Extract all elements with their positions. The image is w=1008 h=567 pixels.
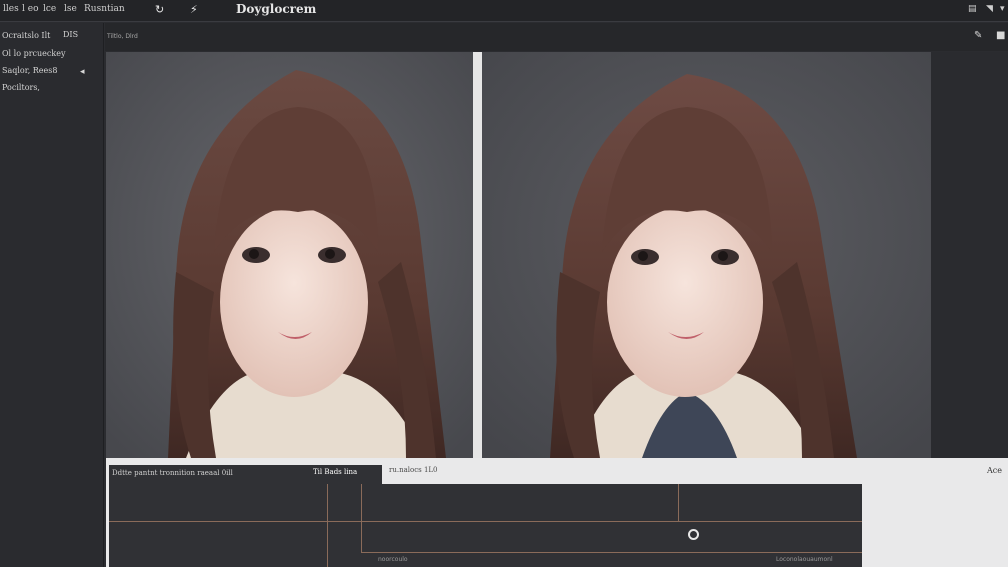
collapse-icon[interactable]: ▾ — [1000, 4, 1005, 14]
image-panel-right[interactable] — [482, 52, 931, 458]
sidebar-item-2[interactable]: Ol lo prcueckey — [2, 49, 65, 58]
sidebar-item-3[interactable]: Saqlor, Rees8 — [2, 66, 57, 75]
sidebar-item-4[interactable]: Pociltors, — [2, 83, 40, 92]
timeline-header-label: Ddtte pantnt tronnition raeaal 0ill — [112, 469, 233, 477]
menu-item-5[interactable]: Rusntian — [84, 4, 125, 14]
sidebar-item-1[interactable]: Ocraitslo Ilt — [2, 31, 50, 40]
timeline-tick-label-left: noorcoulo — [378, 556, 408, 563]
lightning-icon[interactable]: ⚡ — [190, 3, 198, 16]
panel-divider[interactable] — [473, 52, 482, 458]
image-panel-left[interactable] — [106, 52, 473, 458]
square-icon[interactable]: ■ — [996, 30, 1005, 41]
timeline-track-label[interactable]: Til Bads lina — [313, 468, 357, 476]
portrait-image-right — [482, 52, 931, 458]
right-side-panel — [931, 52, 1008, 458]
timeline-guide-horizontal — [109, 521, 862, 522]
app-title: Doyglocrem — [236, 2, 317, 16]
playhead-handle[interactable] — [688, 529, 699, 540]
refresh-icon[interactable]: ↻ — [155, 3, 164, 16]
left-sidebar: Ocraitslo Ilt Ol lo prcueckey Saqlor, Re… — [0, 23, 104, 567]
timeline-guide-vertical-1 — [327, 484, 328, 567]
menu-item-3[interactable]: lce — [43, 4, 56, 14]
menu-item-1[interactable]: lles — [3, 4, 19, 14]
portrait-image-left — [106, 52, 473, 458]
bottom-right-label: Ace — [987, 466, 1002, 475]
timeline-track[interactable] — [109, 484, 862, 567]
breadcrumb[interactable]: Tiltlo, Dlrd — [107, 33, 138, 40]
menu-item-2[interactable]: l eo — [22, 4, 38, 14]
secondary-toolbar: Tiltlo, Dlrd ✎ ■ — [105, 23, 1008, 51]
dropdown-icon[interactable]: ◥ — [986, 4, 993, 14]
timeline-info: ru.nalocs 1L0 — [389, 466, 438, 474]
timeline-guide-vertical-3 — [678, 484, 679, 521]
grid-view-icon[interactable]: ▤ — [968, 4, 977, 14]
collapse-arrow-icon[interactable]: ◂ — [80, 67, 85, 77]
timeline-guide-horizontal-2 — [361, 552, 862, 553]
menu-bar: lles l eo lce lse Rusntian ↻ ⚡ Doyglocre… — [0, 0, 1008, 22]
pen-icon[interactable]: ✎ — [974, 30, 982, 41]
menu-item-4[interactable]: lse — [64, 4, 77, 14]
sidebar-side-label: DIS — [63, 30, 79, 39]
timeline-guide-vertical-2 — [361, 484, 362, 552]
timeline-tick-label-right: Loconolaouaumonl — [776, 556, 833, 563]
